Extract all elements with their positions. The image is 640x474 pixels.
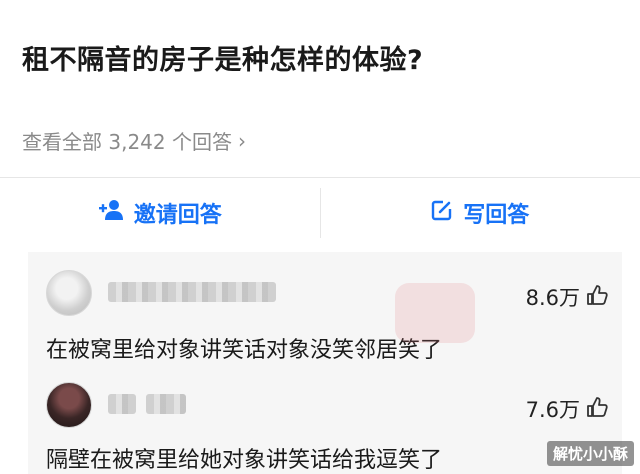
- username-blurred: [108, 282, 276, 302]
- edit-icon: [431, 199, 453, 227]
- avatar[interactable]: [46, 382, 92, 428]
- answers-preview-panel: 8.6万 在被窝里给对象讲笑话对象没笑邻居笑了 7.6万 隔壁在被窝里给她对象讲…: [28, 252, 622, 474]
- invite-answer-button[interactable]: 邀请回答: [0, 178, 320, 248]
- view-all-label: 查看全部 3,242 个回答: [22, 130, 232, 154]
- avatar[interactable]: [46, 270, 92, 316]
- chevron-right-icon: ›: [237, 128, 246, 153]
- answer-excerpt: 在被窝里给对象讲笑话对象没笑邻居笑了: [46, 338, 443, 363]
- watermark-text: 解忧小小酥: [546, 441, 634, 466]
- like-count[interactable]: 7.6万: [526, 394, 608, 424]
- invite-answer-label: 邀请回答: [133, 203, 222, 228]
- view-all-answers-link[interactable]: 查看全部 3,242 个回答 ›: [22, 126, 246, 155]
- like-count[interactable]: 8.6万: [526, 282, 608, 312]
- thumbs-up-icon: [586, 284, 608, 311]
- question-title: 租不隔音的房子是种怎样的体验?: [22, 45, 424, 76]
- add-user-icon: [98, 199, 124, 227]
- like-count-value: 8.6万: [525, 286, 580, 310]
- action-bar: 邀请回答 写回答: [0, 178, 640, 248]
- answer-excerpt: 隔壁在被窝里给她对象讲笑话给我逗笑了: [46, 448, 443, 473]
- like-count-value: 7.6万: [525, 398, 580, 422]
- watermark-stamp: [395, 283, 475, 343]
- write-answer-button[interactable]: 写回答: [321, 178, 640, 248]
- username-blurred: [146, 394, 186, 414]
- write-answer-label: 写回答: [463, 203, 530, 228]
- username-blurred: [108, 394, 136, 414]
- answer-item[interactable]: 8.6万 在被窝里给对象讲笑话对象没笑邻居笑了: [28, 252, 622, 370]
- thumbs-up-icon: [586, 396, 608, 423]
- answer-item[interactable]: 7.6万 隔壁在被窝里给她对象讲笑话给我逗笑了: [28, 370, 622, 474]
